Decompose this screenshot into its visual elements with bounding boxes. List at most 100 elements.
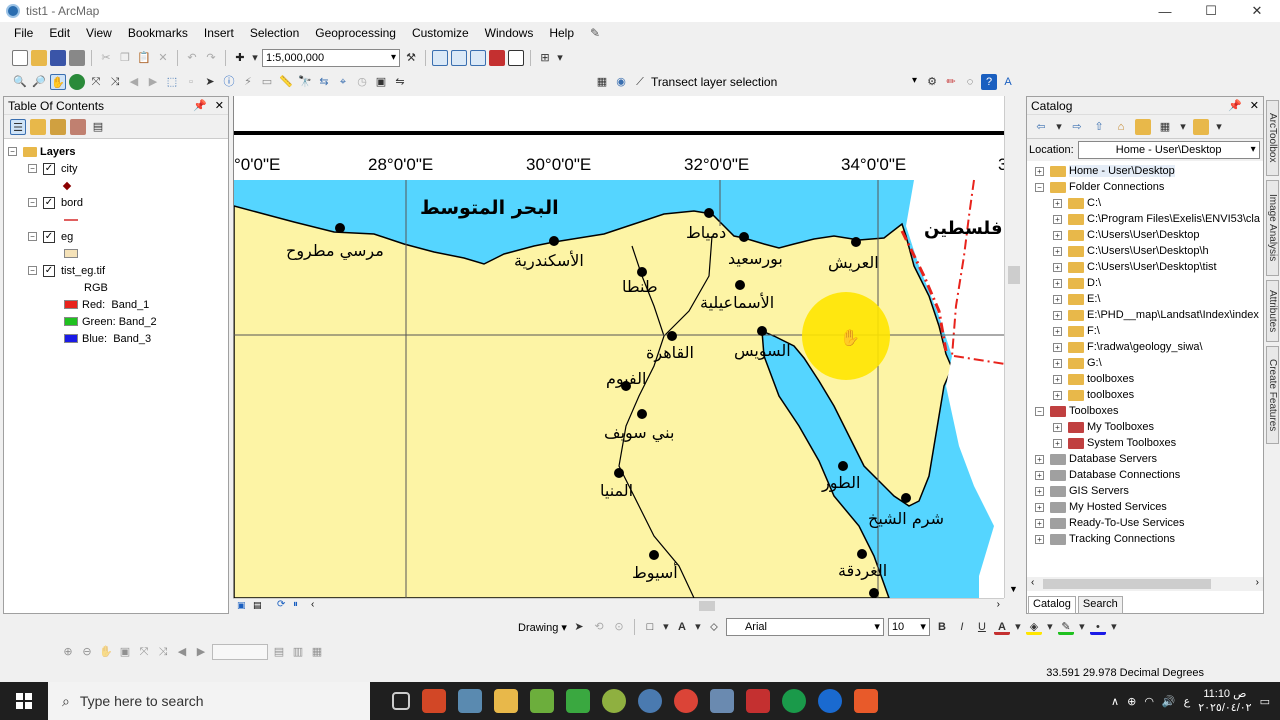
layout-zoom-out-icon[interactable]: ⊖ (79, 644, 95, 660)
identify-icon[interactable]: ⓘ (221, 74, 237, 90)
expand-icon[interactable]: + (1053, 422, 1062, 432)
catalog-item[interactable]: + My Hosted Services (1027, 499, 1263, 515)
tab-arctoolbox[interactable]: ArcToolbox (1266, 100, 1279, 176)
layer-row-bord[interactable]: − ✓ bord (8, 194, 228, 211)
select-features-icon[interactable]: ⬚ (164, 74, 180, 90)
notifications-icon[interactable]: ▭ (1260, 695, 1270, 708)
time-slider-icon[interactable]: ◷ (354, 74, 370, 90)
python-window-icon[interactable] (508, 50, 524, 66)
edit-pencil-icon[interactable]: ✎ (582, 26, 608, 40)
layers-root[interactable]: − Layers (8, 143, 228, 160)
arcglobe-icon[interactable] (602, 689, 626, 713)
zoom-to-selected-icon[interactable]: ⊙ (611, 619, 627, 635)
qgis-icon[interactable] (530, 689, 554, 713)
font-color-icon[interactable]: A (993, 619, 1010, 635)
expand-icon[interactable]: + (1035, 166, 1044, 176)
layout-pan-icon[interactable]: ✋ (98, 644, 114, 660)
collapse-icon[interactable]: − (28, 232, 37, 241)
swipe-icon[interactable]: ⇋ (392, 74, 408, 90)
expand-icon[interactable]: + (1053, 310, 1062, 320)
catalog-item[interactable]: + C:\ (1027, 195, 1263, 211)
hscroll-thumb[interactable] (699, 601, 715, 611)
layer-visibility-checkbox[interactable]: ✓ (43, 162, 55, 175)
expand-icon[interactable]: + (1053, 438, 1062, 448)
arcscene-icon[interactable] (710, 689, 734, 713)
expand-icon[interactable]: + (1053, 294, 1062, 304)
zoom-in-icon[interactable]: 🔍 (12, 74, 28, 90)
back-arrow-icon[interactable]: ⇦ (1033, 119, 1049, 135)
expand-icon[interactable]: + (1035, 518, 1044, 528)
map-scale-combobox[interactable]: 1:5,000,000 (262, 49, 400, 67)
expand-icon[interactable]: + (1035, 454, 1044, 464)
tray-chevron-icon[interactable]: ∧ (1111, 695, 1119, 708)
network-icon[interactable]: ⊕ (1127, 695, 1136, 708)
camtasia-icon[interactable] (566, 689, 590, 713)
underline-button[interactable]: U (974, 619, 990, 635)
menu-customize[interactable]: Customize (404, 26, 477, 40)
create-viewer-window-icon[interactable]: ▣ (373, 74, 389, 90)
pan-hand-icon[interactable]: ✋ (50, 74, 66, 90)
network-tool-icon[interactable]: ⚙ (924, 74, 940, 90)
sheets-icon[interactable] (782, 689, 806, 713)
label-manager-icon[interactable]: A (1000, 74, 1016, 90)
pause-icon[interactable]: ⏸ (293, 599, 298, 610)
catalog-window-icon[interactable] (451, 50, 467, 66)
edit-vertices-icon[interactable]: ⬦ (706, 619, 722, 635)
maximize-button[interactable]: ☐ (1188, 0, 1234, 22)
italic-button[interactable]: I (954, 619, 970, 635)
layout-forward-icon[interactable]: ▶ (193, 644, 209, 660)
layer-visibility-checkbox[interactable]: ✓ (43, 230, 55, 243)
rectangle-dropdown-icon[interactable]: ▾ (662, 619, 670, 635)
text-icon[interactable]: A (674, 619, 690, 635)
marker-color-dropdown-icon[interactable]: ▾ (1110, 619, 1118, 635)
views-icon[interactable]: ▦ (1157, 119, 1173, 135)
expand-icon[interactable]: + (1035, 502, 1044, 512)
layer-row-city[interactable]: − ✓ city (8, 160, 228, 177)
menu-bookmarks[interactable]: Bookmarks (120, 26, 196, 40)
editor-toolbar-icon[interactable]: ⚒ (403, 50, 419, 66)
tab-catalog[interactable]: Catalog (1028, 596, 1076, 614)
layout-full-icon[interactable]: ▣ (117, 644, 133, 660)
catalog-item[interactable]: + C:\Users\User\Desktop\tist (1027, 259, 1263, 275)
tab-image-analysis[interactable]: Image Analysis (1266, 180, 1279, 276)
layer-visibility-checkbox[interactable]: ✓ (43, 264, 55, 277)
list-by-selection-icon[interactable] (70, 118, 86, 135)
taskbar-search-box[interactable]: ⌕ Type here to search (48, 682, 370, 720)
layout-fixed-out-icon[interactable]: ⤨ (155, 644, 171, 660)
catalog-horizontal-scrollbar[interactable]: ‹ › (1027, 577, 1263, 591)
search-window-icon[interactable] (470, 50, 486, 66)
scroll-down-icon[interactable]: ▼ (1009, 584, 1018, 594)
catalog-item[interactable]: − Folder Connections (1027, 179, 1263, 195)
new-document-icon[interactable] (12, 50, 28, 66)
scroll-left-icon[interactable]: ‹ (1031, 577, 1034, 588)
catalog-item[interactable]: + G:\ (1027, 355, 1263, 371)
catalog-hscroll-thumb[interactable] (1043, 579, 1211, 589)
marker-color-icon[interactable]: • (1089, 619, 1106, 635)
line-color-icon[interactable]: ✎ (1057, 619, 1074, 635)
expand-icon[interactable]: + (1053, 326, 1062, 336)
city-symbol[interactable] (8, 177, 228, 194)
acrobat-icon[interactable] (746, 689, 770, 713)
menu-selection[interactable]: Selection (242, 26, 307, 40)
help-icon[interactable]: ? (981, 74, 997, 90)
expand-icon[interactable]: + (1053, 262, 1062, 272)
select-elements-icon[interactable]: ➤ (202, 74, 218, 90)
tab-create-features[interactable]: Create Features (1266, 346, 1279, 444)
list-by-drawing-order-icon[interactable]: ☰ (10, 118, 26, 135)
expand-icon[interactable]: + (1053, 230, 1062, 240)
drawing-menu[interactable]: Drawing ▾ (518, 621, 567, 634)
expand-icon[interactable]: + (1035, 534, 1044, 544)
arcmap-task-icon[interactable] (638, 689, 662, 713)
tab-search[interactable]: Search (1077, 596, 1123, 614)
vscroll-thumb[interactable] (1008, 266, 1020, 284)
save-icon[interactable] (50, 50, 66, 66)
toggle-draft-icon[interactable]: ▤ (271, 644, 287, 660)
expand-icon[interactable]: + (1053, 246, 1062, 256)
wifi-icon[interactable]: ◠ (1144, 695, 1154, 708)
expand-icon[interactable]: + (1035, 470, 1044, 480)
catalog-item[interactable]: + C:\Users\User\Desktop\h (1027, 243, 1263, 259)
data-view-icon[interactable]: ▣ (237, 600, 246, 611)
back-dropdown-icon[interactable]: ▾ (1055, 119, 1063, 135)
transect-line-icon[interactable]: ⟋ (632, 74, 648, 90)
clear-selection-icon[interactable]: ▫ (183, 74, 199, 90)
